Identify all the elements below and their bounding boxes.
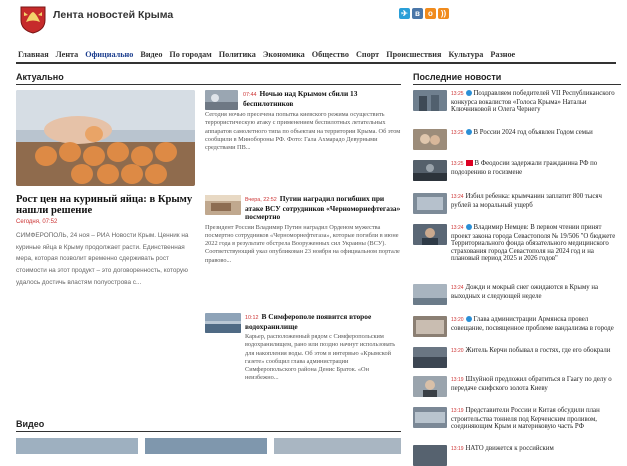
vk-icon[interactable]: в: [412, 8, 423, 19]
social-links: ✈ в о )): [399, 8, 449, 19]
news-time: 13:19: [451, 408, 464, 414]
news-title[interactable]: Избил ребенка: крымчанин заплатит 800 ты…: [451, 193, 602, 209]
news-time: 13:24: [451, 285, 464, 291]
featured-image[interactable]: [16, 90, 195, 186]
news-title[interactable]: Дожди и мокрый снег ожидаются в Крыму на…: [451, 284, 598, 300]
news-thumbnail[interactable]: [413, 160, 447, 181]
news-title[interactable]: Представители России и Китая обсудили пл…: [451, 407, 600, 430]
nav-item-main[interactable]: Главная: [18, 50, 49, 59]
nav-item-culture[interactable]: Культура: [448, 50, 483, 59]
verified-badge-icon: [465, 316, 472, 323]
nav-item-society[interactable]: Общество: [312, 50, 349, 59]
news-title[interactable]: Поздравляем победителей VII Республиканс…: [451, 90, 615, 113]
news-thumbnail[interactable]: [413, 445, 447, 466]
nav-item-incidents[interactable]: Происшествия: [386, 50, 441, 59]
news-time: 13:24: [451, 194, 464, 200]
news-time: 13:20: [451, 348, 464, 354]
featured-headline[interactable]: Рост цен на куриный яйца: в Крыму нашли …: [16, 194, 201, 216]
nav-item-sport[interactable]: Спорт: [356, 50, 379, 59]
verified-badge-icon: [465, 129, 472, 136]
article-time: 10:12: [245, 315, 259, 321]
news-thumbnail[interactable]: [413, 129, 447, 150]
section-title-latest: Последние новости: [413, 72, 502, 82]
rss-icon[interactable]: )): [438, 8, 449, 19]
news-item[interactable]: 13:24 Избил ребенка: крымчанин заплатит 8…: [413, 193, 621, 214]
news-title[interactable]: Шхуйной предложил обратиться в Гаагу по …: [451, 376, 612, 392]
news-title[interactable]: В России 2024 год объявлен Годом семьи: [474, 129, 593, 136]
article-card[interactable]: 07:44 Ночью над Крымом сбили 13 беспилотн…: [205, 89, 401, 152]
video-thumbnail[interactable]: [16, 438, 138, 454]
video-flag-icon: [465, 160, 473, 167]
ok-icon[interactable]: о: [425, 8, 436, 19]
news-item[interactable]: 13:19 Представители России и Китая обсуди…: [413, 407, 621, 431]
news-time: 13:25: [451, 130, 464, 136]
news-thumbnail[interactable]: [413, 193, 447, 214]
article-excerpt: Сегодня ночью пресечена попытка киевског…: [205, 111, 401, 152]
news-thumbnail[interactable]: [413, 224, 447, 245]
section-title-video: Видео: [16, 419, 45, 429]
section-divider: [16, 431, 401, 432]
news-time: 13:24: [451, 225, 464, 231]
news-item[interactable]: 13:20 Житель Керчи побывал в гостях, где …: [413, 347, 621, 368]
nav-item-economy[interactable]: Экономика: [263, 50, 305, 59]
site-header: Лента новостей Крыма ✈ в о )): [0, 0, 627, 40]
nav-item-feed[interactable]: Лента: [56, 50, 79, 59]
main-nav: Главная Лента Официально Видео По города…: [18, 50, 618, 59]
article-title[interactable]: В Симферополе появится второе водохранил…: [245, 312, 371, 331]
news-time: 13:25: [451, 91, 464, 97]
news-time: 13:20: [451, 317, 464, 323]
featured-excerpt: СИМФЕРОПОЛЬ, 24 ноя – РИА Новости Крым. …: [16, 232, 189, 286]
article-card[interactable]: 10:12 В Симферополе появится второе водох…: [205, 312, 401, 383]
site-title[interactable]: Лента новостей Крыма: [53, 9, 173, 21]
nav-item-misc[interactable]: Разное: [490, 50, 515, 59]
news-thumbnail[interactable]: [413, 347, 447, 368]
article-thumbnail[interactable]: [205, 195, 241, 215]
news-thumbnail[interactable]: [413, 407, 447, 428]
article-excerpt: Президент России Владимир Путин наградил…: [205, 223, 400, 264]
news-thumbnail[interactable]: [413, 376, 447, 397]
news-item[interactable]: 13:24 Владимир Немцев: В первом чтении пр…: [413, 224, 621, 263]
article-thumbnail[interactable]: [205, 90, 238, 110]
nav-divider: [16, 62, 616, 64]
news-title[interactable]: НАТО движется к российским: [466, 445, 554, 452]
news-item[interactable]: 13:25 В России 2024 год объявлен Годом се…: [413, 129, 621, 150]
news-time: 13:19: [451, 446, 464, 452]
news-item[interactable]: 13:25 В Феодосии задержали гражданина РФ …: [413, 160, 621, 181]
news-item[interactable]: 13:19 Шхуйной предложил обратиться в Гааг…: [413, 376, 621, 397]
section-divider: [413, 84, 621, 85]
article-card[interactable]: Вчера, 22:52 Путин наградил погибших при …: [205, 194, 401, 265]
section-divider: [16, 84, 401, 85]
news-time: 13:25: [451, 161, 464, 167]
video-thumbnail[interactable]: [274, 438, 401, 454]
news-item[interactable]: 13:20 Глава администрации Армянска провел…: [413, 316, 621, 337]
featured-time: Сегодня, 07:52: [16, 219, 58, 225]
article-thumbnail[interactable]: [205, 313, 241, 333]
telegram-icon[interactable]: ✈: [399, 8, 410, 19]
nav-item-cities[interactable]: По городам: [169, 50, 211, 59]
news-title[interactable]: Глава администрации Армянска провел сове…: [451, 316, 614, 332]
nav-item-official[interactable]: Официально: [85, 50, 133, 59]
news-title[interactable]: Владимир Немцев: В первом чтении принят …: [451, 224, 615, 262]
article-title[interactable]: Ночью над Крымом сбили 13 беспилотников: [243, 89, 357, 108]
news-time: 13:19: [451, 377, 464, 383]
news-item[interactable]: 13:19 НАТО движется к российским: [413, 445, 621, 466]
news-item[interactable]: 13:24 Дожди и мокрый снег ожидаются в Кры…: [413, 284, 621, 305]
nav-item-politics[interactable]: Политика: [219, 50, 256, 59]
article-time: 07:44: [243, 92, 257, 98]
news-thumbnail[interactable]: [413, 90, 447, 111]
verified-badge-icon: [465, 224, 472, 231]
news-title[interactable]: В Феодосии задержали гражданина РФ по по…: [451, 160, 597, 176]
article-time: Вчера, 22:52: [245, 197, 277, 203]
news-thumbnail[interactable]: [413, 284, 447, 305]
news-title[interactable]: Житель Керчи побывал в гостях, где его о…: [466, 347, 611, 354]
verified-badge-icon: [465, 90, 472, 97]
nav-item-video[interactable]: Видео: [140, 50, 162, 59]
video-thumbnail[interactable]: [145, 438, 267, 454]
news-thumbnail[interactable]: [413, 316, 447, 337]
article-excerpt: Карьер, расположенный рядом с Симферопол…: [245, 333, 396, 382]
section-title-actual: Актуально: [16, 72, 64, 82]
crimea-coat-of-arms-logo[interactable]: [18, 4, 48, 34]
news-item[interactable]: 13:25 Поздравляем победителей VII Республ…: [413, 90, 621, 114]
